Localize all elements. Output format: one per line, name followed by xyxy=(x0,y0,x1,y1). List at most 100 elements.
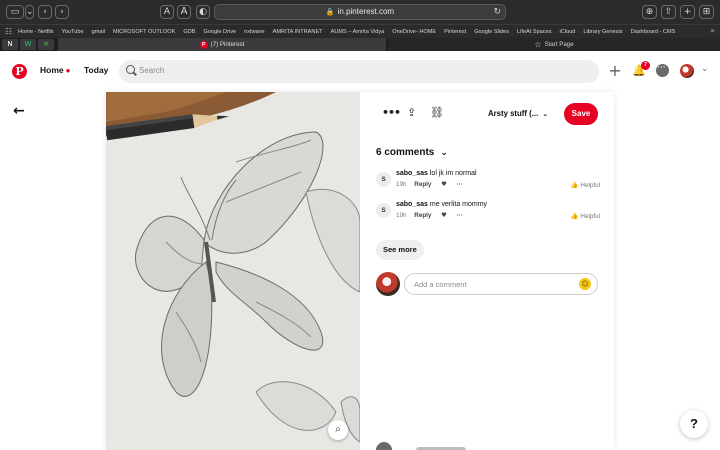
bookmark-item[interactable]: Home - Netflix xyxy=(18,29,53,35)
comment-username[interactable]: sabo_sas xyxy=(396,201,428,208)
bookmark-item[interactable]: Dashboard - CMS xyxy=(631,29,676,35)
pinned-tab-notion[interactable]: N xyxy=(2,39,18,50)
bookmarks-overflow-icon[interactable]: » xyxy=(710,26,715,35)
pin-action-row: ••• ⇪ ⛓ Arsty stuff (... ⌄ Save xyxy=(376,102,600,127)
nav-home-label: Home xyxy=(40,65,64,75)
comments-header[interactable]: 6 comments ⌄ xyxy=(376,147,448,158)
chevron-down-icon: ⌄ xyxy=(440,148,448,158)
comment-more-icon[interactable]: ··· xyxy=(457,181,463,188)
address-url: in.pinterest.com xyxy=(337,7,395,16)
sidebar-icon[interactable]: ▭ xyxy=(6,5,24,19)
forward-icon[interactable]: › xyxy=(55,5,69,19)
bookmark-item[interactable]: GDB xyxy=(183,29,195,35)
address-bar[interactable]: 🔒 in.pinterest.com ↻ xyxy=(214,4,506,20)
notification-badge: 7 xyxy=(641,61,650,70)
download-icon[interactable]: ⊕ xyxy=(642,5,657,19)
bookmark-item[interactable]: Library Genesis xyxy=(583,29,622,35)
search-input[interactable]: Search xyxy=(119,60,599,83)
reload-icon[interactable]: ↻ xyxy=(493,6,501,18)
create-plus-icon[interactable]: + xyxy=(608,61,622,81)
helpful-label: Helpful xyxy=(580,213,600,220)
bookmark-item[interactable]: AUMS – Amrita Vidya xyxy=(331,29,385,35)
search-icon xyxy=(126,65,135,74)
profile-avatar[interactable] xyxy=(680,64,694,78)
comment-age: 19h xyxy=(396,181,407,188)
help-button[interactable]: ? xyxy=(680,410,708,438)
save-button[interactable]: Save xyxy=(564,103,598,125)
bookmark-item[interactable]: AMRITA INTRANET xyxy=(273,29,323,35)
visual-search-lens-icon[interactable]: ⌕ xyxy=(328,420,348,440)
butterfly-sketch-image xyxy=(106,92,360,450)
search-placeholder: Search xyxy=(139,66,165,75)
pinned-tab-whatsapp[interactable]: W xyxy=(20,39,36,50)
current-user-avatar xyxy=(376,272,400,296)
messages-icon[interactable] xyxy=(656,62,669,77)
comment-more-icon[interactable]: ··· xyxy=(457,212,463,219)
see-more-button[interactable]: See more xyxy=(376,240,424,260)
reply-button[interactable]: Reply xyxy=(414,181,431,188)
thumbs-up-icon: 👍 xyxy=(570,213,579,220)
bookmark-item[interactable]: nxtwave xyxy=(244,29,265,35)
bookmarks-icon[interactable]: ☷ xyxy=(5,27,12,36)
pinterest-logo-icon[interactable]: P xyxy=(12,64,27,79)
back-icon[interactable]: ‹ xyxy=(38,5,52,19)
bookmarks-bar: ☷ Home - Netflix YouTube gmail MICROSOFT… xyxy=(0,24,720,38)
bookmark-item[interactable]: gmail xyxy=(92,29,105,35)
comment-avatar[interactable]: S xyxy=(376,172,391,187)
sidebar-chevron-icon[interactable]: ⌄ xyxy=(25,5,34,19)
board-select-dropdown[interactable]: Arsty stuff (... ⌄ xyxy=(488,109,548,118)
new-tab-icon[interactable]: + xyxy=(680,5,695,19)
creator-avatar-partial xyxy=(376,442,392,450)
account-chevron-down-icon[interactable]: ⌄ xyxy=(701,64,709,74)
share-upload-icon[interactable]: ⇪ xyxy=(407,106,416,119)
comment-item: S sabo_sas lol jk im normal 19h Reply ♥ … xyxy=(376,170,600,194)
nav-today[interactable]: Today xyxy=(84,65,108,75)
copy-link-icon[interactable]: ⛓ xyxy=(430,106,444,119)
comment-username[interactable]: sabo_sas xyxy=(396,170,428,177)
bookmark-item[interactable]: LifeAt Spaces xyxy=(517,29,552,35)
like-heart-icon[interactable]: ♥ xyxy=(441,212,447,219)
bookmark-item[interactable]: Google Slides xyxy=(474,29,509,35)
tab-pinterest[interactable]: P (7) Pinterest xyxy=(58,38,386,51)
font-smaller-button[interactable]: A xyxy=(160,5,174,19)
add-comment-input[interactable]: Add a comment ☺ xyxy=(404,273,598,295)
lock-icon: 🔒 xyxy=(325,8,335,16)
pin-image[interactable]: ⌕ xyxy=(106,92,360,450)
browser-toolbar: ▭ ⌄ ‹ › A A ◐ 🔒 in.pinterest.com ↻ ⊕ ⇧ + … xyxy=(0,0,720,24)
bookmark-item[interactable]: Pinterest xyxy=(444,29,466,35)
pin-closeup-card: ⌕ ••• ⇪ ⛓ Arsty stuff (... ⌄ Save 6 comme… xyxy=(106,92,614,450)
chevron-down-icon: ⌄ xyxy=(542,110,549,118)
more-options-icon[interactable]: ••• xyxy=(382,106,401,119)
share-icon[interactable]: ⇧ xyxy=(661,5,676,19)
bookmark-item[interactable]: MICROSOFT OUTLOOK xyxy=(113,29,175,35)
helpful-button[interactable]: 👍 Helpful xyxy=(571,181,600,189)
tab-bar: N W ≋ P (7) Pinterest ☆ Start Page xyxy=(0,38,720,51)
tab-overview-icon[interactable]: ⊞ xyxy=(699,5,714,19)
bookmark-item[interactable]: YouTube xyxy=(62,29,84,35)
pinterest-favicon-icon: P xyxy=(199,40,208,49)
pinterest-header: P Home● Today Search + 🔔 7 ⌄ xyxy=(0,51,720,92)
font-larger-button[interactable]: A xyxy=(177,5,191,19)
comment-placeholder: Add a comment xyxy=(414,280,467,289)
pinned-tab-sheets[interactable]: ≋ xyxy=(38,39,54,50)
reply-button[interactable]: Reply xyxy=(414,212,431,219)
comment-avatar[interactable]: S xyxy=(376,203,391,218)
helpful-label: Helpful xyxy=(580,182,600,189)
home-indicator-dot: ● xyxy=(65,66,71,75)
comment-item: S sabo_sas me verlita mommy 19h Reply ♥ … xyxy=(376,201,600,225)
comment-age: 19h xyxy=(396,212,407,219)
bookmark-item[interactable]: iCloud xyxy=(560,29,576,35)
shield-icon[interactable]: ◐ xyxy=(196,5,210,19)
bookmark-item[interactable]: OneDrive- HOME xyxy=(392,29,436,35)
comment-text: lol jk im normal xyxy=(429,170,477,177)
bookmark-item[interactable]: Google Drive xyxy=(203,29,236,35)
tab-label: Start Page xyxy=(544,41,574,48)
nav-home[interactable]: Home ● xyxy=(40,65,70,75)
star-icon: ☆ xyxy=(534,40,542,49)
helpful-button[interactable]: 👍 Helpful xyxy=(571,212,600,220)
emoji-icon[interactable]: ☺ xyxy=(579,278,591,290)
back-arrow-icon[interactable]: ← xyxy=(13,103,25,119)
like-heart-icon[interactable]: ♥ xyxy=(441,181,447,188)
board-name: Arsty stuff (... xyxy=(488,109,539,118)
tab-start-page[interactable]: ☆ Start Page xyxy=(388,38,720,51)
